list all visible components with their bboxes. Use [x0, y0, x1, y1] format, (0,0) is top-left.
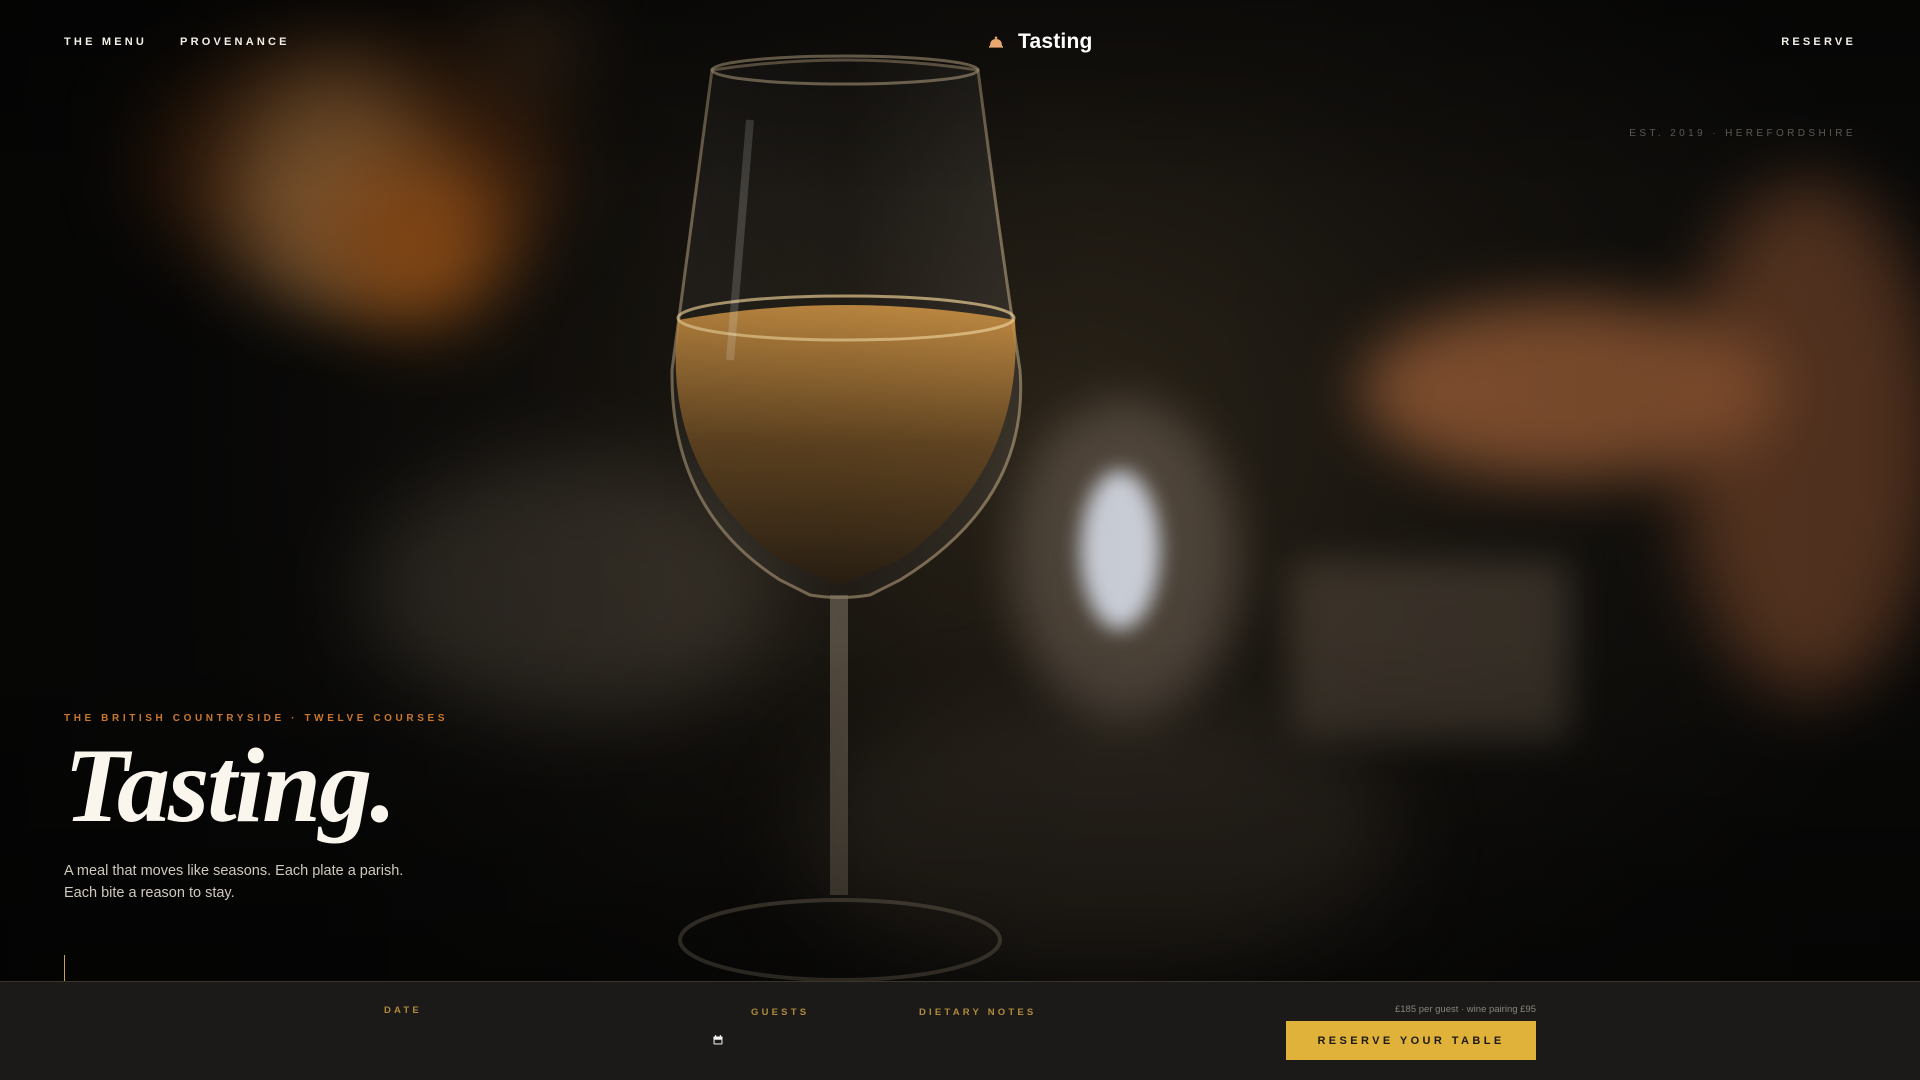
guests-label: GUESTS: [751, 1007, 810, 1018]
dietary-notes-label: DIETARY NOTES: [919, 1007, 1037, 1018]
hero-eyebrow: THE BRITISH COUNTRYSIDE · TWELVE COURSES: [64, 713, 449, 724]
hero-lede-line-2: Each bite a reason to stay.: [64, 885, 235, 901]
hero-title: Tasting.: [64, 727, 397, 844]
booking-bar: [0, 981, 1920, 1080]
established-note: EST. 2019 · HEREFORDSHIRE: [1629, 128, 1856, 139]
calendar-icon[interactable]: [713, 1035, 723, 1045]
date-field[interactable]: [383, 1028, 729, 1052]
hero-lede: A meal that moves like seasons. Each pla…: [64, 860, 444, 904]
primary-nav: THE MENU PROVENANCE: [64, 36, 290, 48]
reserve-table-button[interactable]: RESERVE YOUR TABLE: [1286, 1021, 1536, 1060]
date-label: DATE: [384, 1005, 422, 1016]
brand-name: Tasting: [1018, 30, 1093, 53]
nav-link-provenance[interactable]: PROVENANCE: [180, 36, 290, 48]
nav-link-menu[interactable]: THE MENU: [64, 36, 147, 48]
hero-lede-line-1: A meal that moves like seasons. Each pla…: [64, 863, 404, 879]
brand-logo[interactable]: Tasting: [988, 30, 1093, 54]
nav-reserve-link[interactable]: RESERVE: [1781, 36, 1856, 48]
scroll-indicator: [64, 955, 65, 981]
food-cloche-icon: [989, 36, 1003, 48]
price-note: £185 per guest · wine pairing £95: [1394, 1004, 1536, 1015]
